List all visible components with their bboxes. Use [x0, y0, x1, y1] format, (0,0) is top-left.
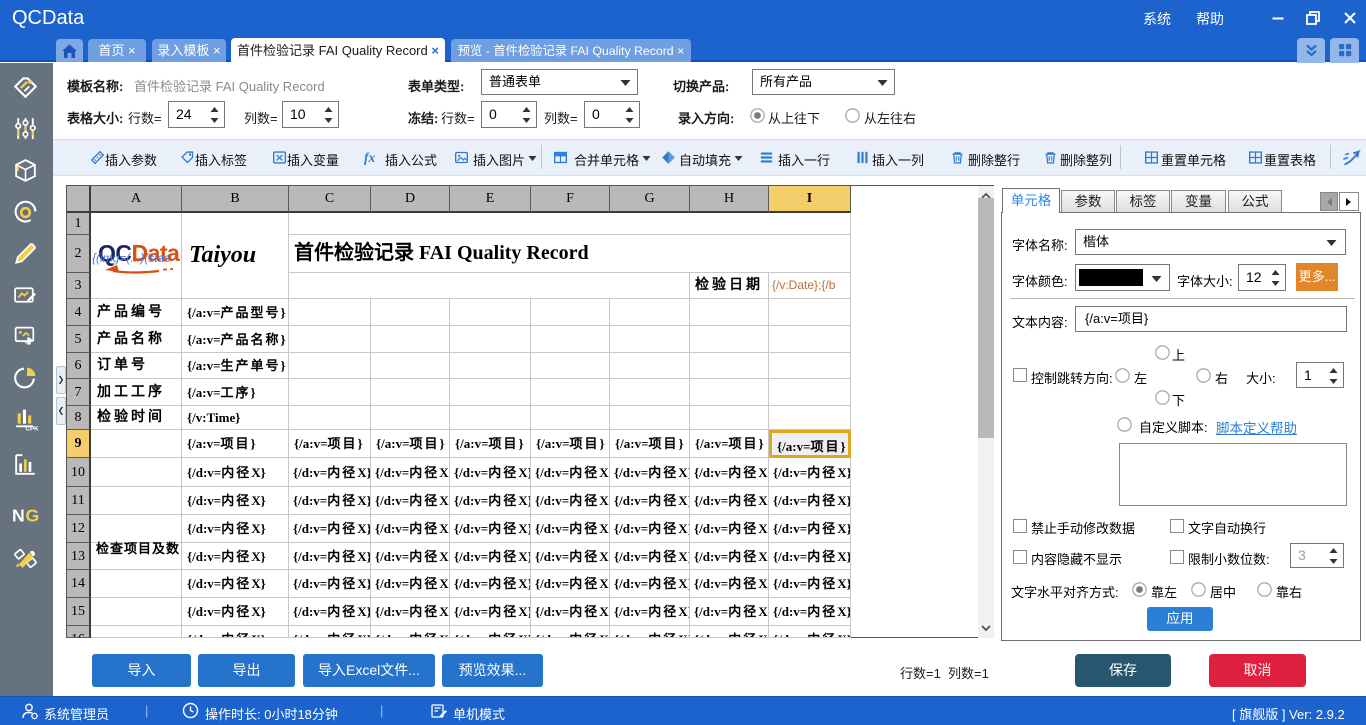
- svg-text:fx: fx: [364, 150, 375, 165]
- svg-text:G: G: [26, 506, 40, 526]
- svg-text:N: N: [12, 506, 25, 526]
- svg-text:CPK: CPK: [26, 425, 40, 432]
